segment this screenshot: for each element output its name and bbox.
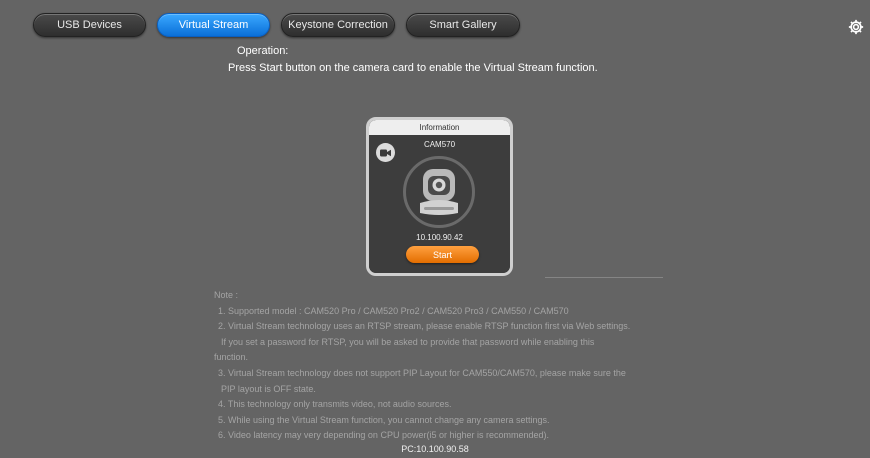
operation-title: Operation: xyxy=(237,45,289,57)
tab-virtual-stream[interactable]: Virtual Stream xyxy=(157,13,270,37)
note-line: If you set a password for RTSP, you will… xyxy=(221,336,595,347)
divider xyxy=(545,277,663,278)
tab-keystone-correction[interactable]: Keystone Correction xyxy=(281,13,395,37)
note-line: 6. Video latency may very depending on C… xyxy=(218,430,550,441)
tab-smart-gallery[interactable]: Smart Gallery xyxy=(406,13,520,37)
note-line: 1. Supported model : CAM520 Pro / CAM520… xyxy=(218,305,569,316)
pc-ip-address: PC:10.100.90.58 xyxy=(401,444,469,454)
notes-section: Note : 1. Supported model : CAM520 Pro /… xyxy=(214,288,694,444)
camera-illustration xyxy=(403,156,475,228)
note-line: function. xyxy=(214,352,249,363)
operation-text: Press Start button on the camera card to… xyxy=(228,62,598,74)
camera-model: CAM570 xyxy=(423,140,456,149)
gear-icon[interactable] xyxy=(847,18,865,36)
card-header: Information xyxy=(369,120,510,135)
tab-usb-devices[interactable]: USB Devices xyxy=(33,13,146,37)
note-line: 3. Virtual Stream technology does not su… xyxy=(218,367,626,378)
note-line: 2. Virtual Stream technology uses an RTS… xyxy=(218,321,631,332)
note-line: 5. While using the Virtual Stream functi… xyxy=(218,414,550,425)
start-button[interactable]: Start xyxy=(406,246,479,263)
card-body: CAM570 10.100.90.42 Start xyxy=(369,135,510,273)
ptz-camera-icon xyxy=(420,169,458,215)
notes-title: Note : xyxy=(214,290,239,300)
camera-ip: 10.100.90.42 xyxy=(416,233,463,242)
note-line: 4. This technology only transmits video,… xyxy=(218,399,452,410)
camera-card: Information CAM570 10.100.90.42 Start xyxy=(366,117,513,276)
note-line: PIP layout is OFF state. xyxy=(221,383,316,394)
